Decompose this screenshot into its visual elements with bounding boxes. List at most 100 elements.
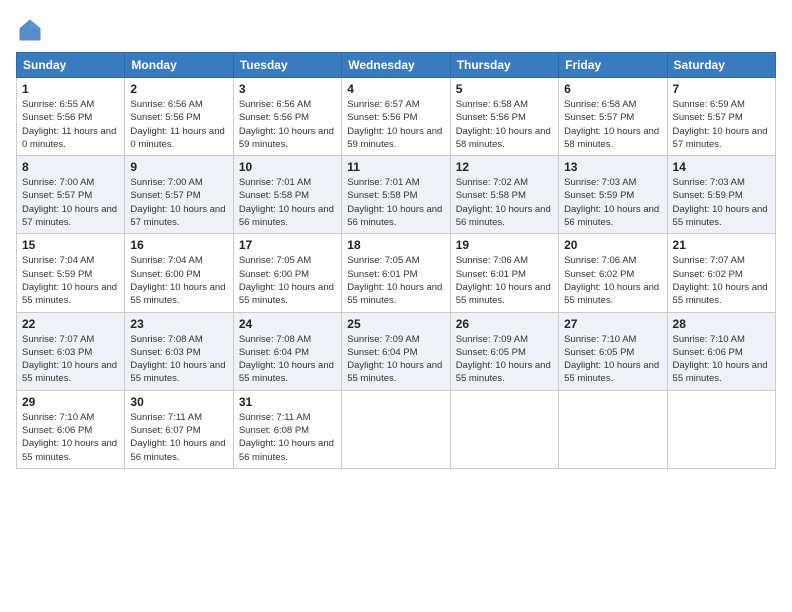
calendar-cell: 6 Sunrise: 6:58 AMSunset: 5:57 PMDayligh… <box>559 78 667 156</box>
day-detail: Sunrise: 6:58 AMSunset: 5:57 PMDaylight:… <box>564 98 661 151</box>
calendar-cell: 16 Sunrise: 7:04 AMSunset: 6:00 PMDaylig… <box>125 234 233 312</box>
day-detail: Sunrise: 7:06 AMSunset: 6:02 PMDaylight:… <box>564 254 661 307</box>
calendar-cell: 8 Sunrise: 7:00 AMSunset: 5:57 PMDayligh… <box>17 156 125 234</box>
calendar-cell: 25 Sunrise: 7:09 AMSunset: 6:04 PMDaylig… <box>342 312 450 390</box>
calendar-cell: 24 Sunrise: 7:08 AMSunset: 6:04 PMDaylig… <box>233 312 341 390</box>
calendar-cell: 28 Sunrise: 7:10 AMSunset: 6:06 PMDaylig… <box>667 312 775 390</box>
calendar-week-row: 15 Sunrise: 7:04 AMSunset: 5:59 PMDaylig… <box>17 234 776 312</box>
calendar-cell <box>559 390 667 468</box>
day-number: 19 <box>456 238 553 252</box>
column-header-tuesday: Tuesday <box>233 53 341 78</box>
day-detail: Sunrise: 7:03 AMSunset: 5:59 PMDaylight:… <box>564 176 661 229</box>
calendar-cell: 2 Sunrise: 6:56 AMSunset: 5:56 PMDayligh… <box>125 78 233 156</box>
calendar-cell <box>667 390 775 468</box>
calendar-cell: 23 Sunrise: 7:08 AMSunset: 6:03 PMDaylig… <box>125 312 233 390</box>
calendar-cell: 26 Sunrise: 7:09 AMSunset: 6:05 PMDaylig… <box>450 312 558 390</box>
day-number: 14 <box>673 160 770 174</box>
day-detail: Sunrise: 7:01 AMSunset: 5:58 PMDaylight:… <box>347 176 444 229</box>
day-detail: Sunrise: 7:07 AMSunset: 6:02 PMDaylight:… <box>673 254 770 307</box>
calendar-cell: 11 Sunrise: 7:01 AMSunset: 5:58 PMDaylig… <box>342 156 450 234</box>
day-detail: Sunrise: 6:58 AMSunset: 5:56 PMDaylight:… <box>456 98 553 151</box>
day-number: 9 <box>130 160 227 174</box>
logo <box>16 16 48 44</box>
calendar-cell <box>450 390 558 468</box>
day-detail: Sunrise: 7:11 AMSunset: 6:08 PMDaylight:… <box>239 411 336 464</box>
day-detail: Sunrise: 7:10 AMSunset: 6:05 PMDaylight:… <box>564 333 661 386</box>
calendar-week-row: 22 Sunrise: 7:07 AMSunset: 6:03 PMDaylig… <box>17 312 776 390</box>
day-detail: Sunrise: 7:04 AMSunset: 5:59 PMDaylight:… <box>22 254 119 307</box>
column-header-thursday: Thursday <box>450 53 558 78</box>
day-detail: Sunrise: 7:05 AMSunset: 6:00 PMDaylight:… <box>239 254 336 307</box>
calendar-cell <box>342 390 450 468</box>
day-detail: Sunrise: 7:07 AMSunset: 6:03 PMDaylight:… <box>22 333 119 386</box>
calendar-cell: 19 Sunrise: 7:06 AMSunset: 6:01 PMDaylig… <box>450 234 558 312</box>
day-number: 1 <box>22 82 119 96</box>
calendar-cell: 15 Sunrise: 7:04 AMSunset: 5:59 PMDaylig… <box>17 234 125 312</box>
calendar-week-row: 8 Sunrise: 7:00 AMSunset: 5:57 PMDayligh… <box>17 156 776 234</box>
calendar-cell: 17 Sunrise: 7:05 AMSunset: 6:00 PMDaylig… <box>233 234 341 312</box>
day-detail: Sunrise: 7:08 AMSunset: 6:04 PMDaylight:… <box>239 333 336 386</box>
calendar-cell: 10 Sunrise: 7:01 AMSunset: 5:58 PMDaylig… <box>233 156 341 234</box>
day-detail: Sunrise: 7:09 AMSunset: 6:04 PMDaylight:… <box>347 333 444 386</box>
day-number: 11 <box>347 160 444 174</box>
day-number: 21 <box>673 238 770 252</box>
calendar-cell: 1 Sunrise: 6:55 AMSunset: 5:56 PMDayligh… <box>17 78 125 156</box>
day-detail: Sunrise: 7:04 AMSunset: 6:00 PMDaylight:… <box>130 254 227 307</box>
calendar-cell: 21 Sunrise: 7:07 AMSunset: 6:02 PMDaylig… <box>667 234 775 312</box>
day-detail: Sunrise: 6:56 AMSunset: 5:56 PMDaylight:… <box>239 98 336 151</box>
calendar-cell: 3 Sunrise: 6:56 AMSunset: 5:56 PMDayligh… <box>233 78 341 156</box>
column-header-wednesday: Wednesday <box>342 53 450 78</box>
calendar-cell: 13 Sunrise: 7:03 AMSunset: 5:59 PMDaylig… <box>559 156 667 234</box>
calendar-cell: 9 Sunrise: 7:00 AMSunset: 5:57 PMDayligh… <box>125 156 233 234</box>
day-detail: Sunrise: 7:09 AMSunset: 6:05 PMDaylight:… <box>456 333 553 386</box>
column-header-sunday: Sunday <box>17 53 125 78</box>
day-number: 2 <box>130 82 227 96</box>
day-number: 17 <box>239 238 336 252</box>
calendar-cell: 27 Sunrise: 7:10 AMSunset: 6:05 PMDaylig… <box>559 312 667 390</box>
day-number: 26 <box>456 317 553 331</box>
day-number: 18 <box>347 238 444 252</box>
calendar-cell: 29 Sunrise: 7:10 AMSunset: 6:06 PMDaylig… <box>17 390 125 468</box>
column-header-saturday: Saturday <box>667 53 775 78</box>
day-number: 13 <box>564 160 661 174</box>
day-detail: Sunrise: 7:02 AMSunset: 5:58 PMDaylight:… <box>456 176 553 229</box>
column-header-monday: Monday <box>125 53 233 78</box>
day-number: 28 <box>673 317 770 331</box>
day-number: 16 <box>130 238 227 252</box>
day-detail: Sunrise: 7:10 AMSunset: 6:06 PMDaylight:… <box>673 333 770 386</box>
calendar-cell: 20 Sunrise: 7:06 AMSunset: 6:02 PMDaylig… <box>559 234 667 312</box>
calendar-week-row: 1 Sunrise: 6:55 AMSunset: 5:56 PMDayligh… <box>17 78 776 156</box>
day-detail: Sunrise: 7:06 AMSunset: 6:01 PMDaylight:… <box>456 254 553 307</box>
day-number: 30 <box>130 395 227 409</box>
day-number: 27 <box>564 317 661 331</box>
calendar-cell: 12 Sunrise: 7:02 AMSunset: 5:58 PMDaylig… <box>450 156 558 234</box>
day-number: 4 <box>347 82 444 96</box>
day-detail: Sunrise: 7:10 AMSunset: 6:06 PMDaylight:… <box>22 411 119 464</box>
calendar-cell: 30 Sunrise: 7:11 AMSunset: 6:07 PMDaylig… <box>125 390 233 468</box>
calendar-cell: 7 Sunrise: 6:59 AMSunset: 5:57 PMDayligh… <box>667 78 775 156</box>
day-number: 10 <box>239 160 336 174</box>
calendar-header-row: SundayMondayTuesdayWednesdayThursdayFrid… <box>17 53 776 78</box>
page-header <box>16 16 776 44</box>
day-number: 8 <box>22 160 119 174</box>
day-number: 15 <box>22 238 119 252</box>
day-number: 29 <box>22 395 119 409</box>
day-detail: Sunrise: 7:00 AMSunset: 5:57 PMDaylight:… <box>22 176 119 229</box>
day-detail: Sunrise: 7:05 AMSunset: 6:01 PMDaylight:… <box>347 254 444 307</box>
day-number: 7 <box>673 82 770 96</box>
day-detail: Sunrise: 6:55 AMSunset: 5:56 PMDaylight:… <box>22 98 119 151</box>
calendar-cell: 22 Sunrise: 7:07 AMSunset: 6:03 PMDaylig… <box>17 312 125 390</box>
day-number: 6 <box>564 82 661 96</box>
calendar-cell: 14 Sunrise: 7:03 AMSunset: 5:59 PMDaylig… <box>667 156 775 234</box>
day-number: 5 <box>456 82 553 96</box>
logo-icon <box>16 16 44 44</box>
calendar-cell: 5 Sunrise: 6:58 AMSunset: 5:56 PMDayligh… <box>450 78 558 156</box>
day-number: 24 <box>239 317 336 331</box>
day-number: 23 <box>130 317 227 331</box>
day-number: 3 <box>239 82 336 96</box>
day-number: 12 <box>456 160 553 174</box>
calendar-cell: 31 Sunrise: 7:11 AMSunset: 6:08 PMDaylig… <box>233 390 341 468</box>
day-detail: Sunrise: 7:03 AMSunset: 5:59 PMDaylight:… <box>673 176 770 229</box>
day-detail: Sunrise: 6:57 AMSunset: 5:56 PMDaylight:… <box>347 98 444 151</box>
day-number: 31 <box>239 395 336 409</box>
